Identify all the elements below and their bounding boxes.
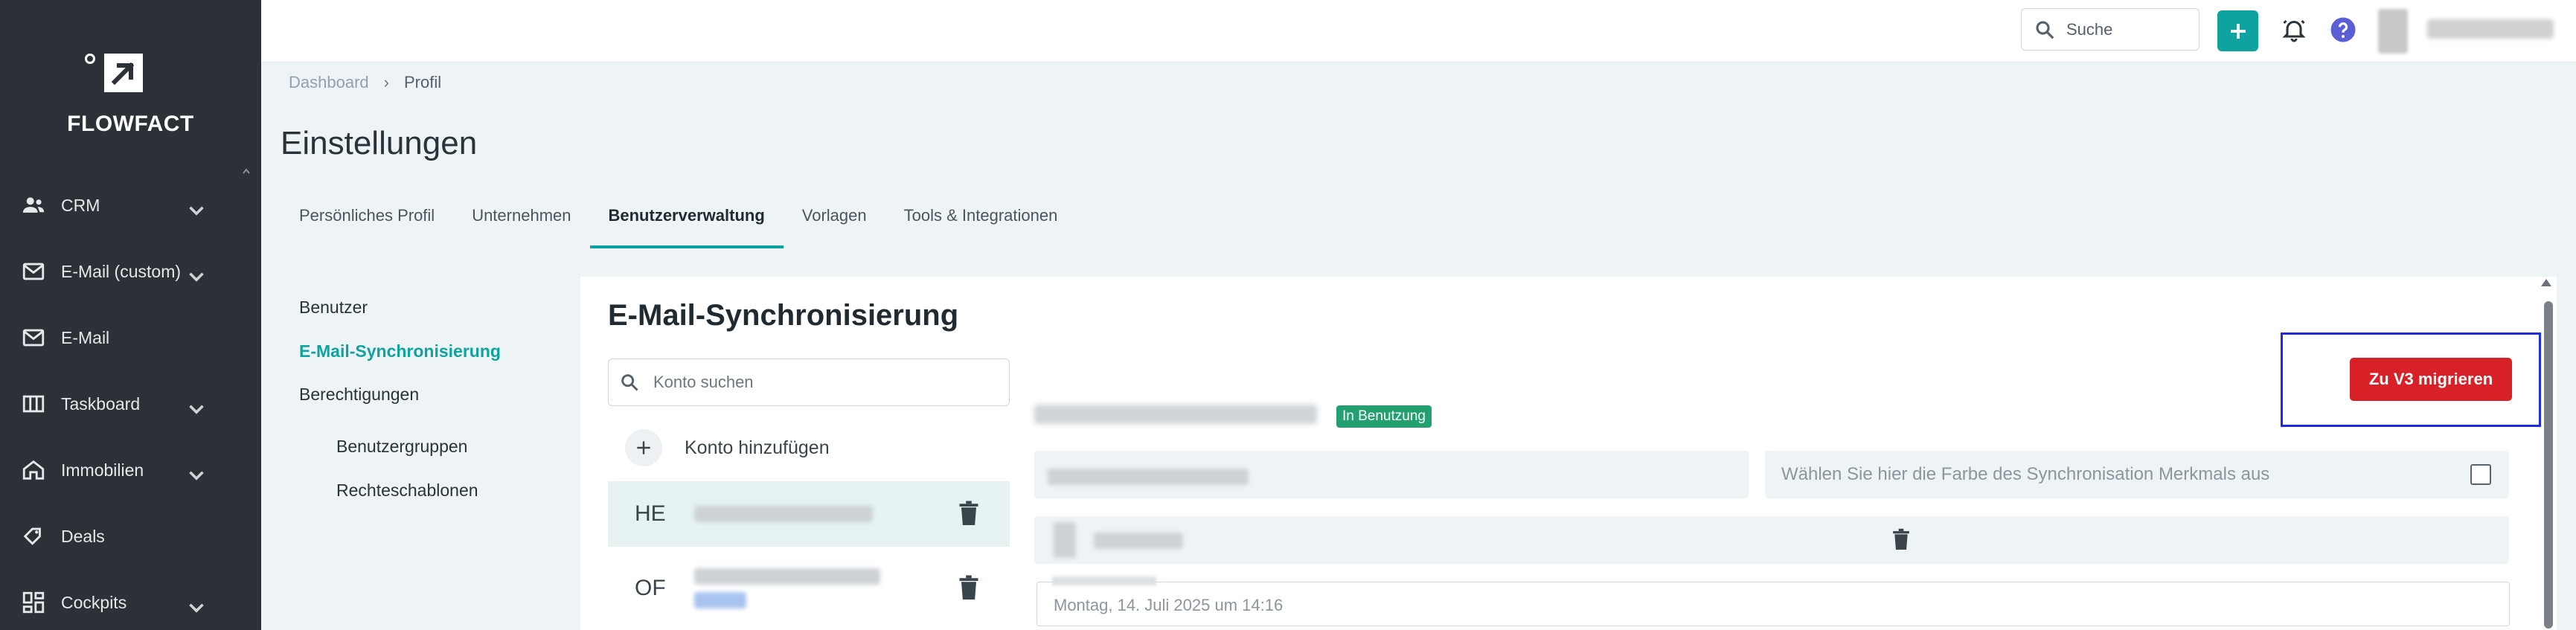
scrollbar[interactable] <box>2541 279 2556 630</box>
account-initials: HE <box>635 501 666 526</box>
board-icon <box>22 395 45 413</box>
breadcrumb-dashboard[interactable]: Dashboard <box>289 73 369 92</box>
deal-icon <box>23 527 41 545</box>
account-row[interactable]: HE <box>608 481 1010 547</box>
plus-icon <box>625 429 662 466</box>
help-icon[interactable] <box>2330 16 2356 43</box>
selected-account-email <box>1034 405 1317 424</box>
user-name-blurred <box>1094 533 1183 549</box>
account-row[interactable]: OF <box>608 556 1010 621</box>
account-search-input[interactable]: Konto suchen <box>608 359 1010 406</box>
status-badge: In Benutzung <box>1336 405 1432 428</box>
user-name[interactable] <box>2427 19 2554 39</box>
sidebar-item-cockpits[interactable]: Cockpits <box>0 580 261 625</box>
bell-icon[interactable] <box>2281 16 2307 43</box>
search-input[interactable]: Suche <box>2021 8 2199 51</box>
sidebar: FLOWFACT CRM E-Mail (custom) E-Mail Task… <box>0 0 261 630</box>
trash-icon[interactable] <box>1891 528 1911 552</box>
sync-color-checkbox[interactable] <box>2470 464 2491 485</box>
sidebar-item-crm[interactable]: CRM <box>0 183 261 228</box>
sidebar-item-label: E-Mail (custom) <box>61 261 182 281</box>
user-avatar-blurred <box>1054 522 1076 558</box>
tab-tools-integrations[interactable]: Tools & Integrationen <box>885 195 1077 248</box>
breadcrumb-separator-icon: › <box>383 73 389 91</box>
panel-title: E-Mail-Synchronisierung <box>608 299 959 332</box>
sidebar-item-label: Deals <box>61 526 105 546</box>
account-name-blurred <box>1048 469 1249 485</box>
chevron-down-icon <box>189 272 204 282</box>
last-sync-date-field: Montag, 14. Juli 2025 um 14:16 <box>1037 576 2510 626</box>
sync-color-placeholder: Wählen Sie hier die Farbe des Synchronis… <box>1781 464 2270 484</box>
scroll-up-icon[interactable] <box>2541 279 2551 286</box>
account-search-placeholder: Konto suchen <box>653 373 754 391</box>
trash-icon[interactable] <box>958 501 980 527</box>
logo-arrow-icon <box>104 54 143 92</box>
sidebar-item-deals[interactable]: Deals <box>0 514 261 559</box>
chevron-down-icon <box>189 206 204 216</box>
sidebar-item-label: E-Mail <box>61 327 110 347</box>
trash-icon[interactable] <box>958 575 980 602</box>
sidebar-item-immobilien[interactable]: Immobilien <box>0 448 261 492</box>
search-icon <box>621 374 638 391</box>
migrate-v3-button[interactable]: Zu V3 migrieren <box>2350 358 2512 401</box>
tab-templates[interactable]: Vorlagen <box>784 195 885 248</box>
search-icon <box>2036 20 2054 39</box>
date-label-blurred <box>1052 576 1156 585</box>
plus-icon <box>2230 23 2246 39</box>
add-button[interactable] <box>2217 10 2258 51</box>
sidebar-item-label: CRM <box>61 195 100 215</box>
page-title: Einstellungen <box>281 125 478 161</box>
add-account-button[interactable]: Konto hinzufügen <box>625 425 830 470</box>
chevron-down-icon <box>189 405 204 414</box>
assigned-user-row[interactable] <box>1034 516 2509 564</box>
email-sync-panel: E-Mail-Synchronisierung Konto suchen Kon… <box>580 277 2557 630</box>
sidebar-item-label: Cockpits <box>61 592 127 612</box>
avatar[interactable] <box>2378 9 2408 54</box>
account-email-blurred <box>694 506 873 522</box>
settings-tabs: Persönliches Profil Unternehmen Benutzer… <box>281 195 1076 248</box>
dashboard-icon <box>22 591 45 614</box>
scroll-thumb[interactable] <box>2544 301 2553 629</box>
sidebar-item-email[interactable]: E-Mail <box>0 315 261 360</box>
collapse-caret-icon[interactable] <box>242 167 251 176</box>
subnav-permissions[interactable]: Berechtigungen <box>299 385 419 405</box>
add-account-label: Konto hinzufügen <box>685 437 830 458</box>
breadcrumb: Dashboard › Profil <box>289 73 441 92</box>
mail-icon <box>22 263 45 280</box>
subnav-user-groups[interactable]: Benutzergruppen <box>336 437 467 457</box>
tab-user-management[interactable]: Benutzerverwaltung <box>589 195 784 248</box>
people-icon <box>22 197 45 213</box>
sidebar-item-label: Immobilien <box>61 460 144 480</box>
brand-name: FLOWFACT <box>67 112 194 136</box>
subnav-users[interactable]: Benutzer <box>299 298 368 318</box>
home-icon <box>22 460 45 480</box>
search-placeholder: Suche <box>2066 19 2113 39</box>
sync-color-field[interactable]: Wählen Sie hier die Farbe des Synchronis… <box>1765 451 2509 498</box>
account-email-blurred <box>694 568 880 608</box>
subnav-email-sync[interactable]: E-Mail-Synchronisierung <box>299 341 501 361</box>
sidebar-item-email-custom[interactable]: E-Mail (custom) <box>0 249 261 294</box>
tab-company[interactable]: Unternehmen <box>453 195 589 248</box>
sidebar-item-label: Taskboard <box>61 393 141 414</box>
chevron-down-icon <box>189 603 204 613</box>
tab-personal-profile[interactable]: Persönliches Profil <box>281 195 453 248</box>
last-sync-date: Montag, 14. Juli 2025 um 14:16 <box>1054 596 1284 614</box>
mail-icon <box>22 329 45 347</box>
logo-dot-icon <box>85 54 95 64</box>
sidebar-item-taskboard[interactable]: Taskboard <box>0 382 261 426</box>
chevron-down-icon <box>189 471 204 480</box>
subnav-rights-templates[interactable]: Rechteschablonen <box>336 480 478 501</box>
account-name-field[interactable] <box>1034 451 1749 498</box>
account-initials: OF <box>635 576 666 600</box>
breadcrumb-current: Profil <box>403 73 442 91</box>
